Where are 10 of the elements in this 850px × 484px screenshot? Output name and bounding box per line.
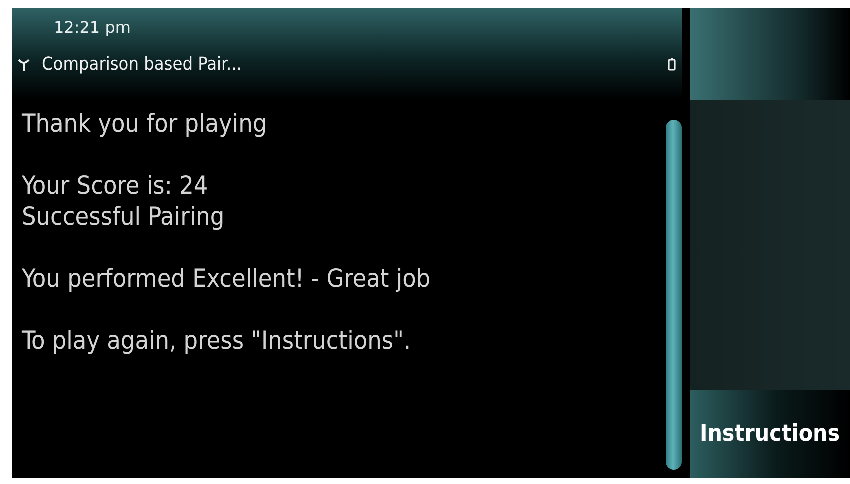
- message-text: Thank you for playing: [22, 108, 268, 139]
- scrollbar[interactable]: [666, 120, 682, 470]
- message-text: Your Score is: 24: [22, 170, 210, 201]
- clock-time: 12:21 pm: [53, 17, 132, 39]
- message-text: To play again, press "Instructions".: [22, 325, 412, 356]
- app-title: Comparison based Pair...: [42, 54, 243, 75]
- message-text: You performed Excellent! - Great job: [22, 263, 432, 294]
- battery-icon: [668, 58, 676, 71]
- signal-antenna-icon: [18, 58, 30, 72]
- message-text: Successful Pairing: [22, 201, 226, 232]
